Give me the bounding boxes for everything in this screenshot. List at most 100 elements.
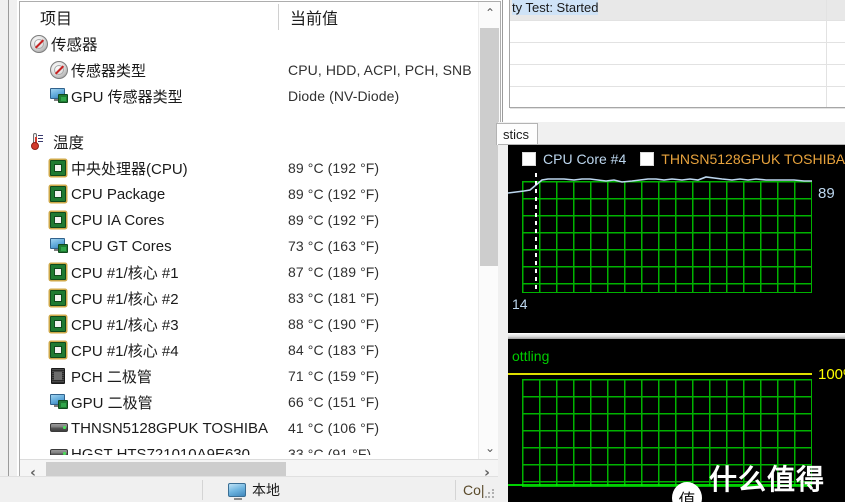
tree-group-temperatures[interactable]: 温度 bbox=[20, 130, 500, 154]
tree-row-sensor-type[interactable]: 传感器类型 CPU, HDD, ACPI, PCH, SNB bbox=[20, 58, 500, 82]
status-bar-right-label: Co| bbox=[463, 482, 485, 498]
disk-drive-icon bbox=[50, 449, 68, 455]
tree-row-label: GPU 传感器类型 bbox=[71, 88, 183, 106]
graph-left-edge bbox=[498, 145, 508, 502]
column-header-item[interactable]: 项目 bbox=[32, 2, 282, 32]
tree-row-value: Diode (NV-Diode) bbox=[288, 88, 400, 104]
gpu-icon bbox=[50, 393, 68, 411]
status-bar-right-segment[interactable]: Co| bbox=[463, 477, 485, 502]
cpu-icon bbox=[50, 212, 66, 228]
tree-row-value: 71 °C (159 °F) bbox=[288, 368, 380, 384]
temperature-plot-area bbox=[508, 173, 812, 293]
tree-row-label: CPU #1/核心 #3 bbox=[71, 316, 179, 334]
tree-row-cpu-ia-cores[interactable]: CPU IA Cores 89 °C (192 °F) bbox=[20, 208, 500, 232]
tree-row-cpu-package[interactable]: CPU Package 89 °C (192 °F) bbox=[20, 182, 500, 206]
tree-row-gpu-diode[interactable]: GPU 二极管 66 °C (151 °F) bbox=[20, 390, 500, 414]
cpu-icon bbox=[50, 264, 66, 280]
throttling-reference-label: 100% bbox=[818, 366, 845, 383]
tree-row-pch-diode[interactable]: PCH 二极管 71 °C (159 °F) bbox=[20, 364, 500, 388]
tree-row-label: PCH 二极管 bbox=[71, 368, 152, 386]
tree-group-label: 温度 bbox=[53, 135, 85, 152]
tree-row-label: CPU Package bbox=[71, 185, 166, 203]
background-row[interactable] bbox=[510, 43, 845, 65]
tree-row-value: 41 °C (106 °F) bbox=[288, 420, 380, 436]
pch-chip-icon bbox=[51, 368, 65, 384]
background-row[interactable] bbox=[510, 21, 845, 43]
status-bar-divider bbox=[455, 480, 456, 500]
tree-row-value: 84 °C (183 °F) bbox=[288, 342, 380, 358]
tree-row-value: 89 °C (192 °F) bbox=[288, 186, 380, 202]
watermark: 值 什么值得买 bbox=[672, 458, 845, 502]
tree-row-label: GPU 二极管 bbox=[71, 394, 153, 412]
status-bar-local-segment[interactable]: 本地 bbox=[228, 477, 280, 502]
tree-row-value: 33 °C (91 °F) bbox=[288, 446, 372, 455]
cpu-icon bbox=[50, 342, 66, 358]
gpu-icon bbox=[50, 87, 68, 105]
background-row-status-text: ty Test: Started bbox=[512, 0, 599, 15]
tab-statistics[interactable]: stics bbox=[496, 123, 538, 145]
status-bar-divider bbox=[202, 480, 203, 500]
tree-row-value: CPU, HDD, ACPI, PCH, SNB bbox=[288, 62, 472, 78]
tree-row-label: 中央处理器(CPU) bbox=[71, 160, 188, 178]
tree-group-sensors[interactable]: 传感器 bbox=[20, 32, 500, 56]
vertical-scrollbar[interactable]: ⌃ ⌄ bbox=[478, 2, 500, 459]
column-header-separator bbox=[278, 4, 279, 30]
tree-row-value: 89 °C (192 °F) bbox=[288, 212, 380, 228]
tree-row-label: CPU #1/核心 #2 bbox=[71, 290, 179, 308]
tree-row-ssd-toshiba[interactable]: THNSN5128GPUK TOSHIBA 41 °C (106 °F) bbox=[20, 416, 500, 440]
tree-row-value: 73 °C (163 °F) bbox=[288, 238, 380, 254]
tree-row-cpu-core-4[interactable]: CPU #1/核心 #4 84 °C (183 °F) bbox=[20, 338, 500, 362]
background-row-status[interactable]: ty Test: Started bbox=[510, 0, 845, 21]
tree-row-value: 66 °C (151 °F) bbox=[288, 394, 380, 410]
tree-row-label: CPU GT Cores bbox=[71, 237, 172, 255]
temperature-chart[interactable]: CPU Core #4 THNSN5128GPUK TOSHIBA 89 14 bbox=[508, 145, 845, 333]
throttling-chart-title: ottling bbox=[512, 348, 550, 364]
background-row[interactable] bbox=[510, 65, 845, 87]
background-row[interactable] bbox=[510, 87, 845, 109]
temperature-current-value-label: 89 bbox=[818, 185, 835, 202]
tree-row-gpu-sensor-type[interactable]: GPU 传感器类型 Diode (NV-Diode) bbox=[20, 84, 500, 108]
cpu-icon bbox=[50, 186, 66, 202]
sensor-table-header: 项目 当前值 bbox=[20, 2, 500, 32]
tree-group-label: 传感器 bbox=[51, 37, 98, 54]
sensor-list-area: 项目 当前值 传感器 传感器类型 CPU, HDD, ACPI, PCH, SN… bbox=[19, 1, 501, 486]
sensor-icon bbox=[30, 35, 48, 53]
screen-root: ty Test: Started 项目 当前值 传感器 传感器类型 CPU, H… bbox=[0, 0, 845, 502]
tree-row-value: 83 °C (181 °F) bbox=[288, 290, 380, 306]
resize-grip-icon[interactable] bbox=[485, 489, 495, 499]
tree-row-cpu[interactable]: 中央处理器(CPU) 89 °C (192 °F) bbox=[20, 156, 500, 180]
cpu-icon bbox=[50, 160, 66, 176]
tree-row-cpu-core-2[interactable]: CPU #1/核心 #2 83 °C (181 °F) bbox=[20, 286, 500, 310]
tree-row-label: 传感器类型 bbox=[71, 62, 147, 80]
scroll-up-arrow-icon[interactable]: ⌃ bbox=[479, 2, 500, 24]
background-column-separator bbox=[826, 0, 827, 107]
cpu-icon bbox=[50, 290, 66, 306]
vertical-scrollbar-thumb[interactable] bbox=[480, 28, 499, 266]
monitor-icon bbox=[228, 483, 246, 500]
graph-panel: stics CPU Core #4 THNSN5128GPUK TOSHIBA bbox=[496, 122, 845, 502]
window-left-edge bbox=[9, 0, 17, 487]
tree-row-cpu-core-3[interactable]: CPU #1/核心 #3 88 °C (190 °F) bbox=[20, 312, 500, 336]
sensor-icon bbox=[50, 61, 68, 79]
background-window-grid: ty Test: Started bbox=[509, 0, 845, 109]
tree-row-cpu-core-1[interactable]: CPU #1/核心 #1 87 °C (189 °F) bbox=[20, 260, 500, 284]
status-bar-local-label: 本地 bbox=[252, 482, 280, 498]
disk-drive-icon bbox=[50, 423, 68, 432]
sensor-window: 项目 当前值 传感器 传感器类型 CPU, HDD, ACPI, PCH, SN… bbox=[8, 0, 503, 488]
tree-row-hdd-hgst[interactable]: HGST HTS721010A9E630 33 °C (91 °F) bbox=[20, 442, 500, 455]
chart-cursor-line bbox=[535, 173, 537, 293]
tree-row-label: CPU IA Cores bbox=[71, 211, 165, 229]
column-header-current-value[interactable]: 当前值 bbox=[282, 2, 482, 32]
status-bar: 本地 Co| bbox=[0, 476, 498, 502]
watermark-badge: 值 bbox=[672, 482, 703, 502]
tree-row-cpu-gt-cores[interactable]: CPU GT Cores 73 °C (163 °F) bbox=[20, 234, 500, 258]
tree-row-value: 89 °C (192 °F) bbox=[288, 160, 380, 176]
cpu-core-4-temperature-line bbox=[508, 176, 812, 194]
sensor-tree: 传感器 传感器类型 CPU, HDD, ACPI, PCH, SNB GPU 传… bbox=[20, 32, 500, 455]
thermometer-icon bbox=[30, 133, 46, 151]
temperature-x-axis-label: 14 bbox=[512, 296, 528, 312]
tree-row-label: CPU #1/核心 #1 bbox=[71, 264, 179, 282]
tree-row-label: CPU #1/核心 #4 bbox=[71, 342, 179, 360]
gpu-icon bbox=[50, 237, 68, 255]
tree-row-value: 87 °C (189 °F) bbox=[288, 264, 380, 280]
